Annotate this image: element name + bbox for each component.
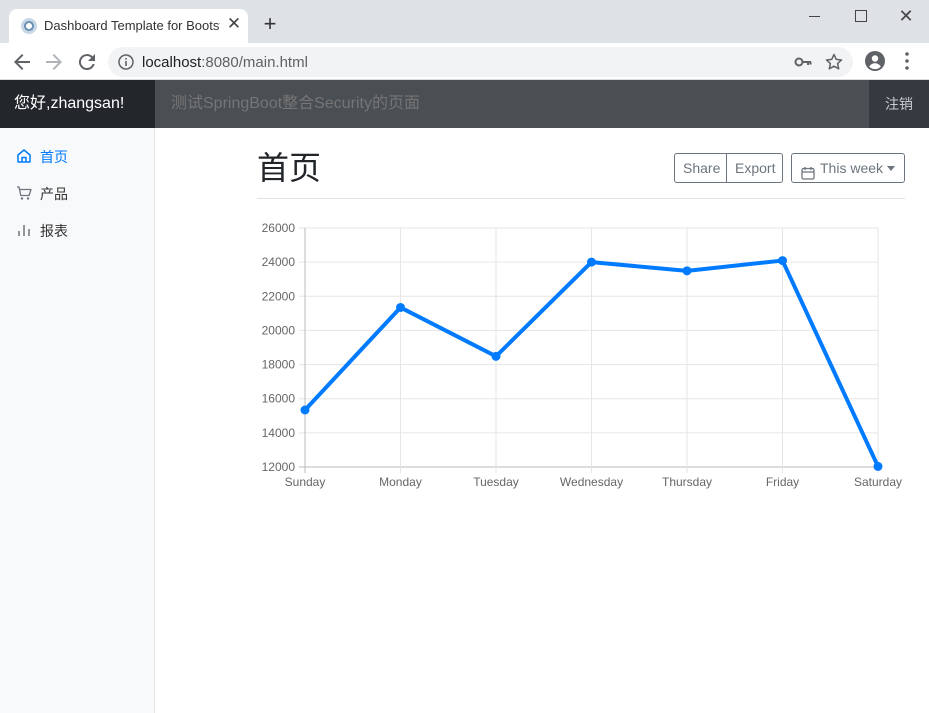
title-divider (257, 198, 905, 199)
period-label: This week (820, 160, 884, 176)
sidebar-item-products[interactable]: 产品 (0, 178, 154, 208)
x-tick-label: Thursday (662, 475, 712, 489)
y-tick-label: 18000 (262, 358, 296, 372)
x-tick-label: Monday (379, 475, 422, 489)
url-path: :8080/main.html (201, 54, 308, 71)
page-title: 首页 (257, 150, 322, 186)
minimize-window-icon[interactable] (805, 6, 825, 26)
favicon-icon (21, 18, 37, 34)
sidebar-item-home[interactable]: 首页 (0, 141, 154, 171)
data-point (396, 302, 405, 312)
weekly-line-chart: 12000 14000 16000 18000 20000 22000 24000 26000… (262, 221, 902, 489)
reload-icon[interactable] (75, 50, 99, 74)
sidebar-item-reports[interactable]: 报表 (0, 215, 154, 245)
new-tab-icon[interactable]: + (259, 13, 281, 35)
tab-title: Dashboard Template for Bootstrap (44, 18, 220, 33)
x-tick-label: Saturday (854, 475, 902, 489)
data-point (491, 351, 501, 361)
sidebar: 首页 产品 报表 (0, 128, 155, 713)
key-icon[interactable] (794, 54, 812, 70)
y-tick-label: 12000 (262, 460, 296, 474)
url-host: localhost (142, 54, 202, 71)
shopping-cart-icon (16, 185, 32, 201)
data-point (300, 405, 310, 415)
y-tick-label: 26000 (262, 221, 296, 235)
x-tick-label: Friday (766, 475, 799, 489)
url-text: localhost:8080/main.html (142, 54, 308, 71)
data-point (778, 256, 787, 266)
share-button[interactable]: Share (674, 153, 727, 183)
data-point (587, 257, 596, 267)
export-button[interactable]: Export (727, 153, 783, 183)
top-navbar: 您好,zhangsan! 注销 (0, 80, 929, 128)
browser-tab[interactable]: Dashboard Template for Bootstrap ✕ (9, 9, 248, 43)
maximize-window-icon[interactable] (850, 6, 870, 26)
site-info-icon[interactable] (118, 54, 134, 70)
sidebar-item-label: 报表 (40, 223, 68, 239)
kebab-menu-icon[interactable] (900, 51, 914, 71)
sidebar-item-label: 首页 (40, 149, 68, 165)
data-point (682, 266, 692, 276)
x-tick-label: Wednesday (560, 475, 623, 489)
y-tick-label: 20000 (262, 323, 296, 337)
y-tick-label: 22000 (262, 289, 296, 303)
period-dropdown[interactable]: This week (791, 153, 905, 183)
close-window-icon[interactable]: ✕ (896, 6, 916, 26)
x-tick-label: Tuesday (473, 475, 519, 489)
back-arrow-icon[interactable] (10, 50, 34, 74)
close-tab-icon[interactable]: ✕ (225, 15, 243, 33)
x-tick-label: Sunday (285, 475, 326, 489)
browser-toolbar: localhost:8080/main.html (0, 43, 929, 80)
bookmark-star-icon[interactable] (824, 52, 844, 72)
browser-tabstrip: Dashboard Template for Bootstrap ✕ + ✕ (0, 0, 929, 43)
chevron-down-icon (887, 166, 895, 171)
navbar-brand[interactable]: 您好,zhangsan! (0, 80, 155, 128)
y-tick-label: 24000 (262, 255, 296, 269)
search-input[interactable] (155, 80, 869, 128)
forward-arrow-icon[interactable] (42, 50, 66, 74)
sign-out-link[interactable]: 注销 (869, 80, 929, 128)
y-tick-label: 14000 (262, 426, 296, 440)
data-point (873, 461, 883, 471)
address-bar[interactable]: localhost:8080/main.html (108, 47, 853, 77)
sidebar-item-label: 产品 (40, 186, 68, 202)
y-tick-label: 16000 (262, 392, 296, 406)
calendar-icon (801, 161, 815, 180)
profile-avatar-icon[interactable] (865, 51, 885, 71)
toolbar-button-group: Share Export (674, 153, 783, 183)
bar-chart-icon (16, 222, 32, 238)
home-icon (16, 148, 32, 164)
